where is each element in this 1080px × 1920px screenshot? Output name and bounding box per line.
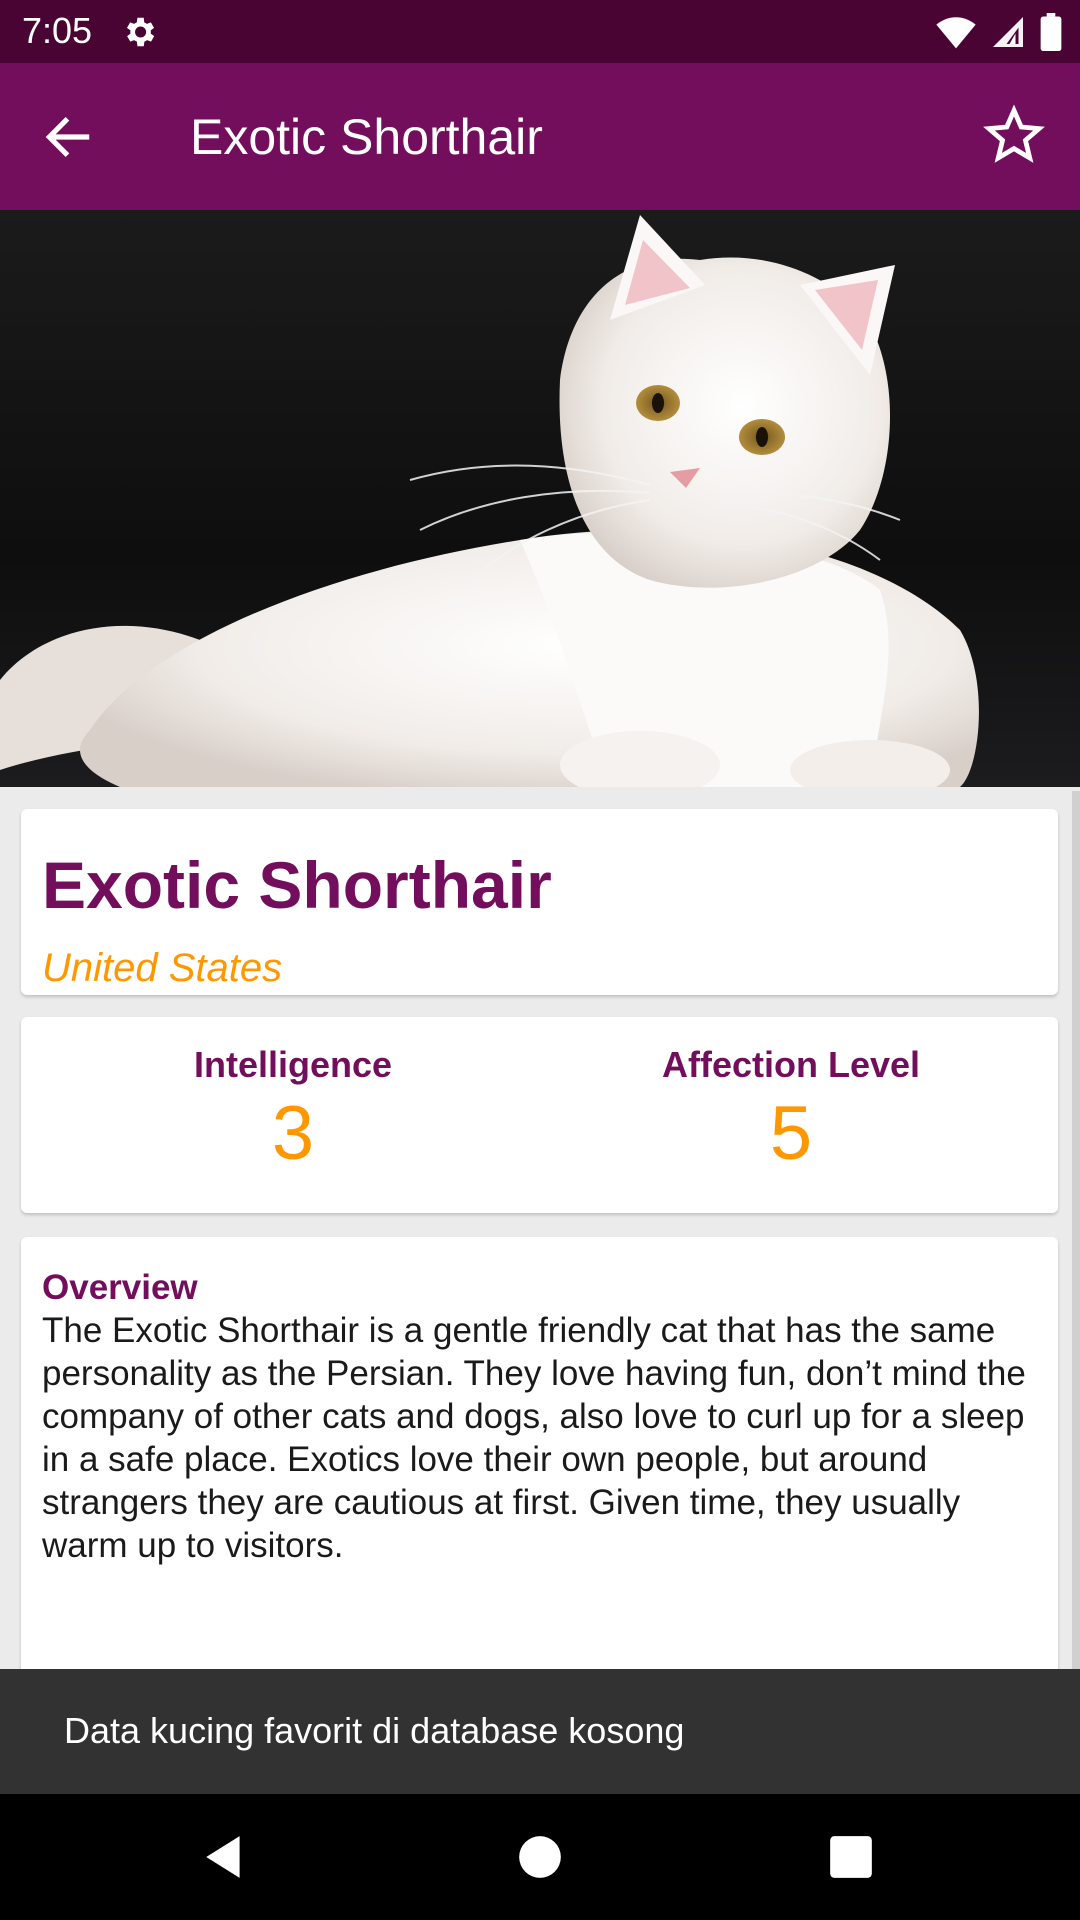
arrow-back-icon[interactable]	[40, 109, 96, 165]
status-bar: 7:05	[0, 0, 1080, 63]
intelligence-stat: Intelligence 3	[43, 1043, 543, 1179]
overview-label: Overview	[42, 1268, 198, 1307]
snackbar: Data kucing favorit di database kosong	[0, 1669, 1080, 1794]
system-nav-bar	[0, 1794, 1080, 1920]
affection-label: Affection Level	[661, 1044, 921, 1085]
snackbar-message: Data kucing favorit di database kosong	[64, 1710, 685, 1751]
battery-icon	[1040, 13, 1062, 51]
breed-name: Exotic Shorthair	[42, 848, 552, 922]
intelligence-label: Intelligence	[193, 1044, 393, 1085]
recents-square-icon[interactable]	[826, 1832, 876, 1882]
home-circle-icon[interactable]	[515, 1832, 565, 1882]
detail-content[interactable]: Exotic Shorthair United States Intellige…	[0, 787, 1080, 1669]
overview-card: Overview The Exotic Shorthair is a gentl…	[21, 1237, 1058, 1669]
overview-text: The Exotic Shorthair is a gentle friendl…	[42, 1311, 1026, 1565]
intelligence-value: 3	[271, 1091, 315, 1176]
gear-icon	[126, 17, 155, 47]
status-icons	[936, 12, 1062, 52]
signal-icon	[993, 17, 1023, 47]
affection-stat: Affection Level 5	[541, 1043, 1041, 1179]
back-triangle-icon[interactable]	[200, 1832, 250, 1882]
affection-value: 5	[769, 1091, 813, 1176]
stats-card: Intelligence 3 Affection Level 5	[21, 1017, 1058, 1213]
app-bar: Exotic Shorthair	[0, 63, 1080, 210]
breed-header-card: Exotic Shorthair United States	[21, 809, 1058, 995]
star-outline-icon[interactable]	[982, 103, 1046, 167]
app-bar-title: Exotic Shorthair	[190, 109, 543, 165]
wifi-icon	[936, 17, 976, 49]
breed-origin: United States	[42, 946, 283, 990]
status-time: 7:05	[22, 10, 93, 51]
scrollbar[interactable]	[1072, 791, 1080, 1669]
cat-photo	[0, 210, 1080, 787]
